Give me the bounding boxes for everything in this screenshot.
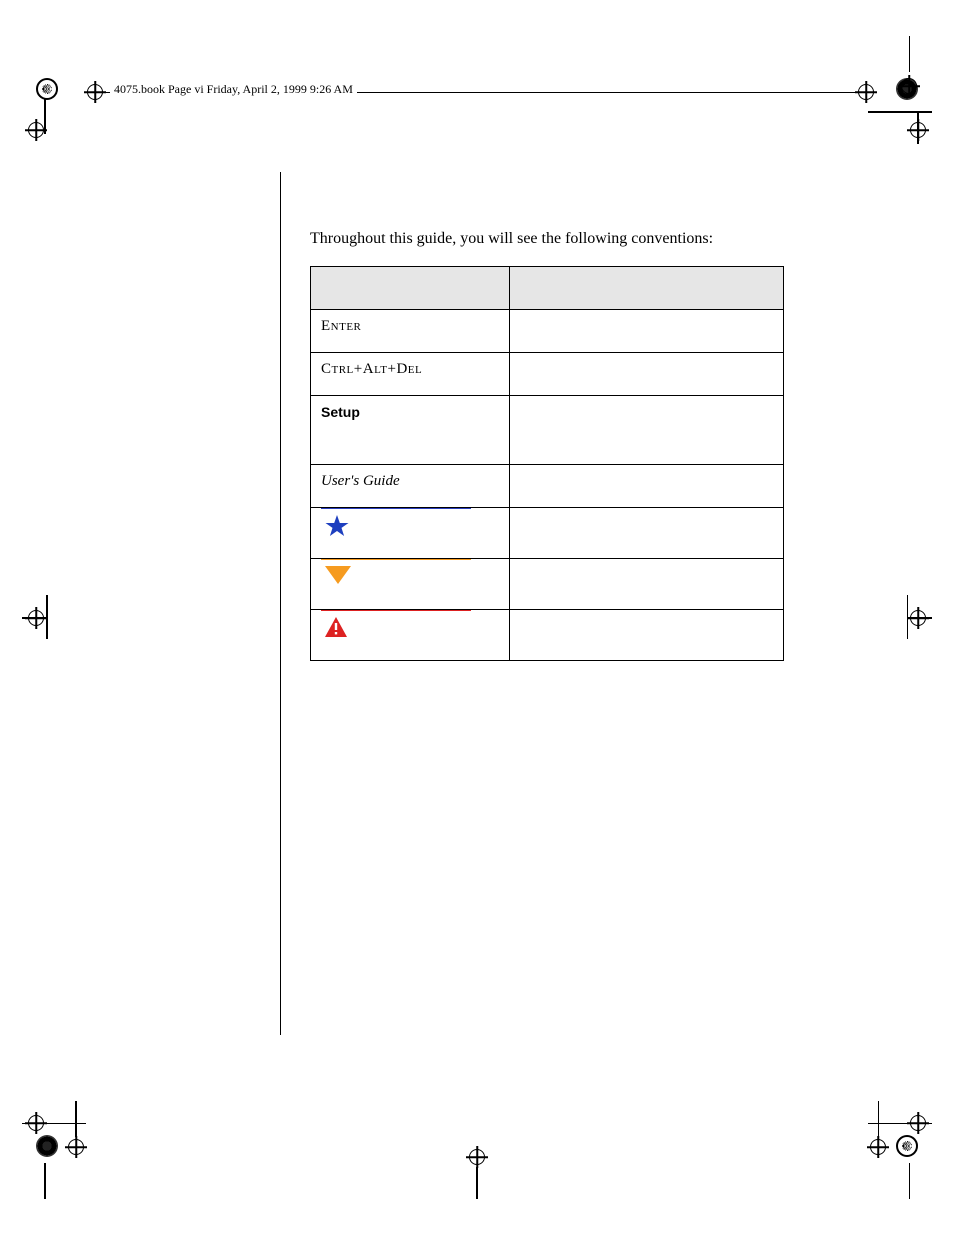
table-row	[311, 508, 784, 559]
rosette-bottom-right	[896, 1135, 918, 1157]
running-head: 4075.book Page vi Friday, April 2, 1999 …	[110, 82, 357, 97]
warning-icon	[321, 617, 499, 637]
convention-desc	[509, 353, 783, 396]
convention-desc	[509, 465, 783, 508]
rosette-dark-bottom-left	[36, 1135, 58, 1157]
convention-key: Setup	[321, 404, 360, 420]
table-row: Setup	[311, 396, 784, 465]
rosette-top-left	[36, 78, 58, 100]
convention-desc	[509, 559, 783, 610]
intro-text: Throughout this guide, you will see the …	[310, 230, 784, 248]
table-header-row	[311, 267, 784, 310]
convention-key: Ctrl+Alt+Del	[321, 361, 422, 377]
table-row: Enter	[311, 310, 784, 353]
table-row	[311, 610, 784, 661]
table-row: User's Guide	[311, 465, 784, 508]
star-icon	[321, 515, 499, 537]
convention-key: Enter	[321, 318, 361, 334]
header-reg-right	[858, 84, 872, 98]
scanned-page: 4075.book Page vi Friday, April 2, 1999 …	[0, 0, 954, 1235]
header-reg-left	[87, 84, 101, 98]
table-row: Ctrl+Alt+Del	[311, 353, 784, 396]
content-left-rule	[280, 172, 281, 1035]
table-row	[311, 559, 784, 610]
caution-icon	[321, 566, 499, 584]
convention-key: User's Guide	[321, 473, 400, 489]
convention-desc	[509, 508, 783, 559]
convention-desc	[509, 610, 783, 661]
convention-desc	[509, 396, 783, 465]
table-header-a	[311, 267, 510, 310]
table-header-b	[509, 267, 783, 310]
page-content: Throughout this guide, you will see the …	[310, 230, 784, 661]
conventions-table: Enter Ctrl+Alt+Del Setup User's Guide	[310, 266, 784, 661]
convention-desc	[509, 310, 783, 353]
